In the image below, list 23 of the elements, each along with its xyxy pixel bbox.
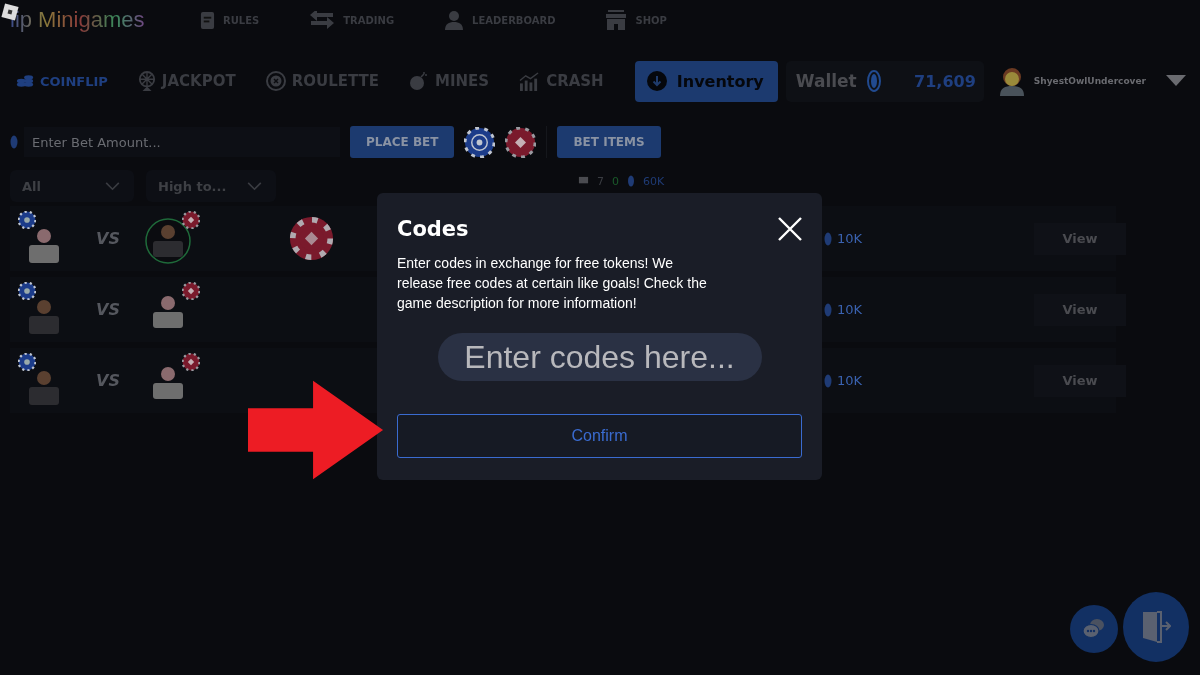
code-input[interactable]: Enter codes here... [437,333,762,381]
total-amount: 60K [643,174,665,188]
bet-amount-field[interactable]: Enter Bet Amount... [24,127,340,157]
game-tab[interactable]: COINFLIP [16,71,108,91]
players-count: 0 [612,174,619,188]
bet-items-button[interactable]: BET ITEMS [557,126,661,158]
bet-amount: 10K [836,302,862,317]
bet-amount: 10K [836,231,862,246]
username: ShyestOwlUndercover [1033,76,1146,86]
view-button[interactable]: View [1034,222,1126,255]
wallet-balance: 71,609 [914,71,976,91]
confirm-button[interactable]: Confirm [397,414,802,458]
place-bet-button[interactable]: PLACE BET [350,126,455,158]
inventory-button[interactable]: Inventory [634,60,778,102]
versus-mark: VS [96,300,120,319]
view-button[interactable]: View [1034,293,1126,326]
versus-mark: VS [96,229,120,248]
versus-mark: VS [96,371,120,390]
dialog-title: Codes [397,217,469,241]
dialog-message: Enter codes in exchange for free tokens! We release free codes at certain like goals! Check the game description for more information! [397,254,708,313]
view-button[interactable]: View [1034,364,1126,397]
bet-amount: 10K [836,373,862,388]
wallet-label: Wallet [795,71,857,91]
